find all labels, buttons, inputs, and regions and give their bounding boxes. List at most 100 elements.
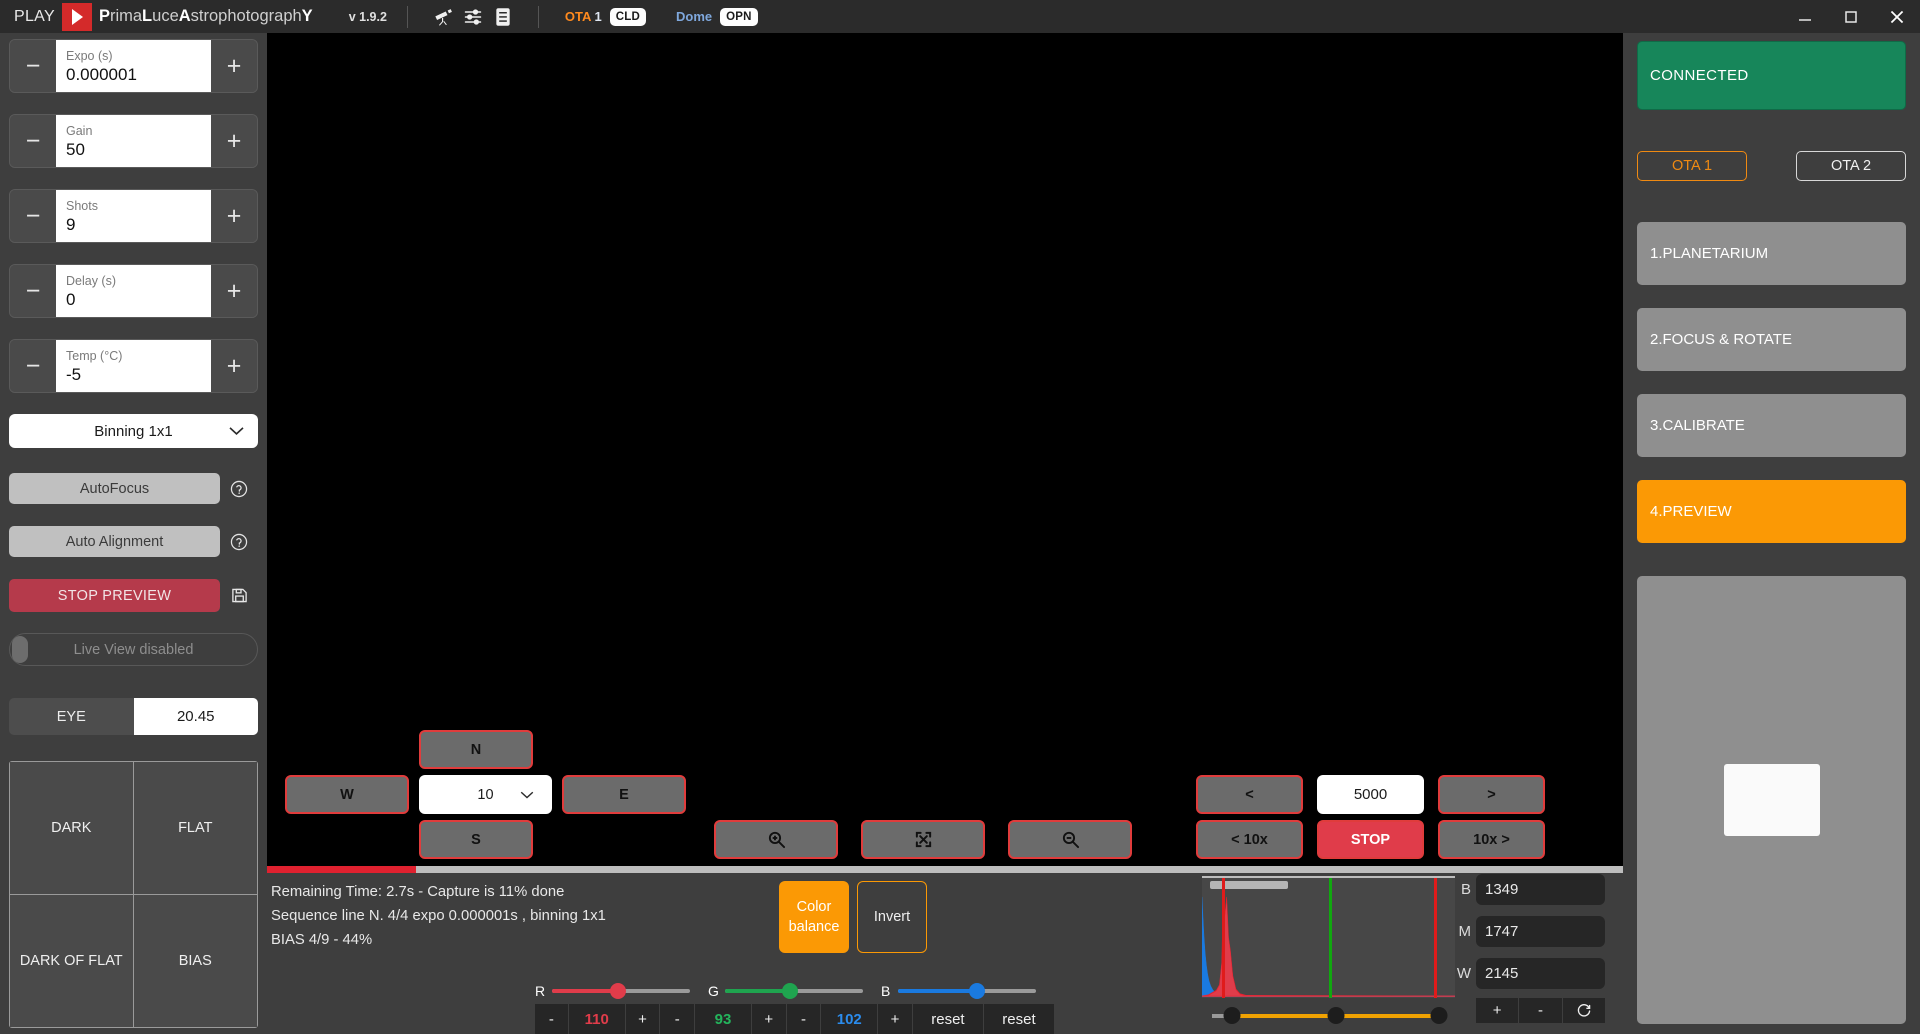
bias-frame-button[interactable]: BIAS: [134, 895, 258, 1028]
save-icon[interactable]: [220, 587, 258, 604]
histogram-black-marker[interactable]: [1222, 878, 1225, 998]
temp-decrement-button[interactable]: −: [10, 340, 56, 392]
gain-increment-button[interactable]: +: [211, 115, 257, 167]
red-decrement-button[interactable]: -: [535, 1004, 569, 1034]
minimize-icon[interactable]: [1782, 0, 1828, 33]
autofocus-help-icon[interactable]: [220, 480, 258, 498]
green-slider[interactable]: G: [708, 983, 881, 999]
gain-value: 50: [66, 139, 211, 160]
color-balance-button[interactable]: Color balance: [779, 881, 849, 953]
toggle-knob: [12, 636, 28, 663]
telescope-icon[interactable]: [428, 4, 458, 30]
histogram-levels-panel: B 1349 M 1747 W 2145 + -: [1455, 872, 1623, 1023]
focuser-stop-button[interactable]: STOP: [1317, 820, 1424, 859]
expo-field[interactable]: Expo (s) 0.000001: [56, 40, 211, 92]
autofocus-row: AutoFocus: [9, 473, 258, 504]
image-preview-canvas[interactable]: [267, 33, 1623, 718]
temp-increment-button[interactable]: +: [211, 340, 257, 392]
histogram-reset-button[interactable]: [1563, 998, 1605, 1023]
green-slider-knob[interactable]: [782, 983, 798, 999]
gain-field[interactable]: Gain 50: [56, 115, 211, 167]
shots-field[interactable]: Shots 9: [56, 190, 211, 242]
histogram-minus-button[interactable]: -: [1519, 998, 1561, 1023]
mount-west-button[interactable]: W: [285, 775, 409, 814]
focuser-step-left-button[interactable]: <: [1196, 775, 1303, 814]
connection-status-badge: CONNECTED: [1637, 41, 1906, 110]
mount-north-button[interactable]: N: [419, 730, 533, 769]
temp-field[interactable]: Temp (°C) -5: [56, 340, 211, 392]
shots-decrement-button[interactable]: −: [10, 190, 56, 242]
mount-step-select[interactable]: 10: [419, 775, 552, 814]
tab-ota-1[interactable]: OTA 1: [1637, 151, 1747, 181]
histogram-chart[interactable]: [1202, 876, 1455, 998]
binning-select[interactable]: Binning 1x1: [9, 414, 258, 448]
mount-south-button[interactable]: S: [419, 820, 533, 859]
tab-ota-2[interactable]: OTA 2: [1796, 151, 1906, 181]
focuser-position-field[interactable]: 5000: [1317, 775, 1424, 814]
eye-button[interactable]: EYE: [9, 698, 134, 735]
dark-frame-button[interactable]: DARK: [10, 762, 134, 895]
histogram-slider-knob-black[interactable]: [1224, 1007, 1241, 1024]
focuser-step-right-button[interactable]: >: [1438, 775, 1545, 814]
stop-preview-button[interactable]: STOP PREVIEW: [9, 579, 220, 612]
delay-decrement-button[interactable]: −: [10, 265, 56, 317]
sliders-icon[interactable]: [458, 4, 488, 30]
step-planetarium[interactable]: 1.PLANETARIUM: [1637, 222, 1906, 285]
expo-increment-button[interactable]: +: [211, 40, 257, 92]
flat-frame-button[interactable]: FLAT: [134, 762, 258, 895]
delay-field[interactable]: Delay (s) 0: [56, 265, 211, 317]
shots-increment-button[interactable]: +: [211, 190, 257, 242]
step-focus-rotate[interactable]: 2.FOCUS & ROTATE: [1637, 308, 1906, 371]
eye-value[interactable]: 20.45: [134, 698, 259, 735]
auto-alignment-button[interactable]: Auto Alignment: [9, 526, 220, 557]
zoom-out-button[interactable]: [1008, 820, 1132, 859]
thumbnail-preview[interactable]: [1637, 576, 1906, 1024]
blue-slider-knob[interactable]: [969, 983, 985, 999]
red-increment-button[interactable]: +: [626, 1004, 661, 1034]
rgb-reset-button[interactable]: reset: [913, 1004, 984, 1034]
expo-decrement-button[interactable]: −: [10, 40, 56, 92]
green-slider-track[interactable]: [725, 989, 863, 993]
preview-area: N W 10 E S: [267, 33, 1623, 1034]
blue-slider-track[interactable]: [898, 989, 1036, 993]
blue-slider[interactable]: B: [881, 983, 1054, 999]
dark-of-flat-frame-button[interactable]: DARK OF FLAT: [10, 895, 134, 1028]
stretch-reset-button[interactable]: reset: [984, 1004, 1055, 1034]
color-balance-label-2: balance: [789, 917, 840, 937]
gain-decrement-button[interactable]: −: [10, 115, 56, 167]
focuser-step-right-10x-button[interactable]: 10x >: [1438, 820, 1545, 859]
autofocus-button[interactable]: AutoFocus: [9, 473, 220, 504]
red-slider-fill: [552, 989, 618, 993]
red-slider-track[interactable]: [552, 989, 690, 993]
step-preview[interactable]: 4.PREVIEW: [1637, 480, 1906, 543]
white-level-row: W 2145: [1455, 956, 1623, 990]
auto-alignment-help-icon[interactable]: [220, 533, 258, 551]
black-level-field[interactable]: 1349: [1476, 874, 1605, 905]
histogram-plus-button[interactable]: +: [1476, 998, 1518, 1023]
histogram-mid-marker[interactable]: [1329, 878, 1332, 998]
mid-level-field[interactable]: 1747: [1476, 916, 1605, 947]
blue-increment-button[interactable]: +: [878, 1004, 913, 1034]
histogram-slider-knob-white[interactable]: [1431, 1007, 1448, 1024]
invert-button[interactable]: Invert: [857, 881, 927, 953]
focuser-step-left-10x-button[interactable]: < 10x: [1196, 820, 1303, 859]
green-increment-button[interactable]: +: [752, 1004, 787, 1034]
maximize-icon[interactable]: [1828, 0, 1874, 33]
document-icon[interactable]: [488, 4, 518, 30]
blue-decrement-button[interactable]: -: [787, 1004, 822, 1034]
zoom-in-button[interactable]: [714, 820, 838, 859]
histogram-range-slider[interactable]: [1202, 1006, 1455, 1026]
green-decrement-button[interactable]: -: [660, 1004, 695, 1034]
mount-east-button[interactable]: E: [562, 775, 686, 814]
fit-screen-button[interactable]: [861, 820, 985, 859]
step-calibrate[interactable]: 3.CALIBRATE: [1637, 394, 1906, 457]
ota-indicator-number: 1: [591, 9, 602, 24]
red-slider[interactable]: R: [535, 983, 708, 999]
close-icon[interactable]: [1874, 0, 1920, 33]
red-slider-knob[interactable]: [610, 983, 626, 999]
live-view-toggle[interactable]: Live View disabled: [9, 633, 258, 666]
white-level-field[interactable]: 2145: [1476, 958, 1605, 989]
histogram-slider-knob-mid[interactable]: [1327, 1007, 1344, 1024]
delay-increment-button[interactable]: +: [211, 265, 257, 317]
histogram-white-marker[interactable]: [1434, 878, 1437, 998]
